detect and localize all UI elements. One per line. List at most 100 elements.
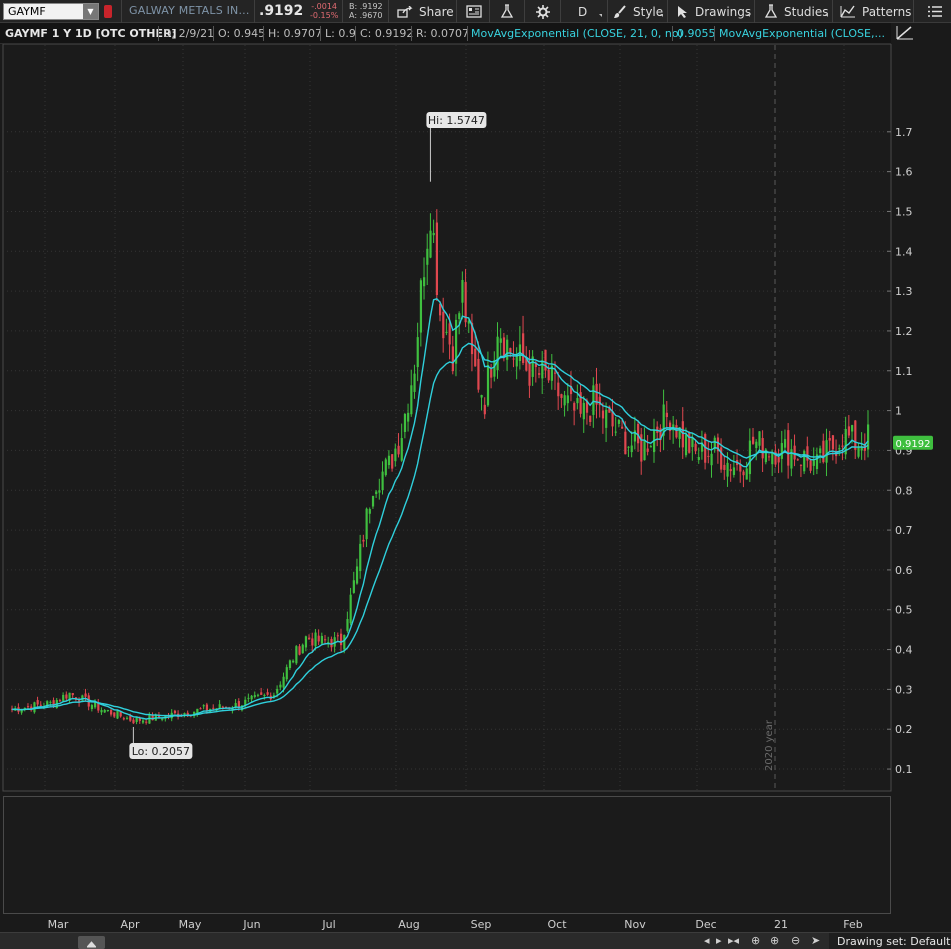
candle-body (151, 715, 154, 721)
bid-value: B: .9192 (349, 2, 383, 11)
bar-low: L: 0.9 (325, 27, 356, 40)
share-icon (397, 5, 413, 18)
candle-body (681, 421, 684, 448)
candle-body (247, 697, 250, 699)
candle-body (614, 431, 617, 433)
candle-body (65, 694, 68, 699)
study-ema21-label[interactable]: MovAvgExponential (CLOSE, 21, 0, no) (471, 27, 683, 40)
grid-button[interactable] (466, 0, 482, 23)
candle-body (745, 468, 748, 480)
crosshair-icon[interactable]: ⊕ (751, 934, 760, 947)
candle-body (486, 365, 490, 406)
candle-body (458, 313, 461, 320)
candle-body (464, 282, 467, 323)
bar-high: H: 0.9707 (268, 27, 322, 40)
candle-body (480, 394, 483, 398)
drawing-set-label[interactable]: Drawing set: Default (829, 933, 951, 949)
candle-body (502, 337, 506, 357)
candle-body (256, 694, 260, 696)
candle-body (308, 637, 311, 640)
drawings-button[interactable]: Drawings (677, 0, 751, 23)
collapse-pane-button[interactable] (78, 936, 105, 949)
candle-body (553, 372, 557, 374)
candle-body (819, 448, 822, 454)
expand-time-icon[interactable]: ▸◂ (728, 934, 739, 947)
symbol-selector[interactable]: ▼ (3, 3, 99, 20)
candle-body (445, 331, 448, 333)
settings-button[interactable] (536, 0, 550, 23)
price-tick-label: 0.5 (895, 604, 913, 617)
candle-body (339, 633, 343, 646)
candle-body (771, 451, 774, 465)
candle-body (777, 457, 780, 463)
candle-body (106, 710, 110, 712)
price-tick-label: 1.3 (895, 285, 913, 298)
candle-body (767, 456, 771, 458)
candle-body (723, 464, 726, 470)
flask-icon (764, 4, 778, 18)
study-ema2-label[interactable]: MovAvgExponential (CLOSE,... (719, 27, 885, 40)
cursor-icon (678, 5, 687, 18)
chevron-down-icon (747, 14, 750, 17)
price-tick-label: 0.8 (895, 484, 913, 497)
symbol-input[interactable] (4, 4, 82, 19)
candle-body (617, 419, 621, 424)
candle-body (260, 692, 263, 695)
candle-body (320, 635, 324, 644)
candle-body (113, 712, 116, 717)
candle-body (266, 692, 269, 695)
zoom-out-icon[interactable]: ⊖ (791, 934, 800, 947)
lab-button[interactable] (500, 0, 514, 23)
candle-body (847, 426, 851, 436)
candle-body (20, 710, 23, 713)
candle-body (675, 425, 678, 438)
share-button[interactable]: Share (397, 0, 454, 23)
candle-body (541, 360, 544, 379)
candle-body (822, 440, 825, 463)
candle-body (276, 688, 279, 694)
aggregation-dropdown[interactable]: D (578, 0, 587, 23)
candle-body (697, 457, 700, 461)
candle-body (528, 362, 531, 386)
candle-body (285, 667, 288, 680)
company-name: GALWAY METALS IN... (129, 4, 250, 17)
cursor-icon[interactable]: ➤ (811, 934, 820, 947)
candle-body (799, 464, 803, 466)
candle-body (100, 710, 103, 713)
candle-body (522, 333, 525, 364)
candle-body (365, 508, 368, 540)
chevron-down-icon[interactable]: ▼ (83, 4, 98, 19)
symbol-link-icon[interactable] (104, 5, 112, 18)
candle-body (250, 695, 253, 700)
style-button[interactable]: Style (613, 0, 663, 23)
candle-body (582, 402, 585, 420)
main-toolbar: ▼ GALWAY METALS IN... .9192 -.0014 -0.15… (0, 0, 951, 23)
zoom-in-icon[interactable]: ⊕ (770, 934, 779, 947)
lower-study-pane[interactable] (3, 796, 891, 914)
candle-body (432, 232, 435, 236)
bar-close: C: 0.9192 (360, 27, 414, 40)
candle-body (828, 438, 831, 441)
candle-body (592, 385, 595, 415)
candle-body (355, 566, 359, 584)
drawing-tool-button[interactable] (893, 23, 917, 43)
candle-body (314, 632, 317, 647)
price-tick-label: 0.4 (895, 644, 913, 657)
chart-plot-area[interactable] (2, 44, 892, 792)
scroll-left-icon[interactable]: ◂ (704, 934, 710, 947)
candle-body (288, 660, 292, 669)
studies-button[interactable]: Studies (764, 0, 829, 23)
price-tick-label: 0.6 (895, 564, 913, 577)
scroll-right-icon[interactable]: ▸ (716, 934, 722, 947)
patterns-button[interactable]: Patterns (840, 0, 911, 23)
menu-button[interactable] (928, 0, 942, 23)
candle-body (173, 710, 177, 714)
percent-change-value: -0.15% (310, 11, 339, 20)
candle-body (429, 230, 432, 258)
candle-body (324, 639, 327, 641)
price-tick-label: 0.1 (895, 763, 913, 776)
candle-body (423, 277, 426, 287)
last-price: .9192 (259, 3, 304, 19)
candle-body (793, 445, 796, 460)
candle-body (122, 718, 125, 720)
